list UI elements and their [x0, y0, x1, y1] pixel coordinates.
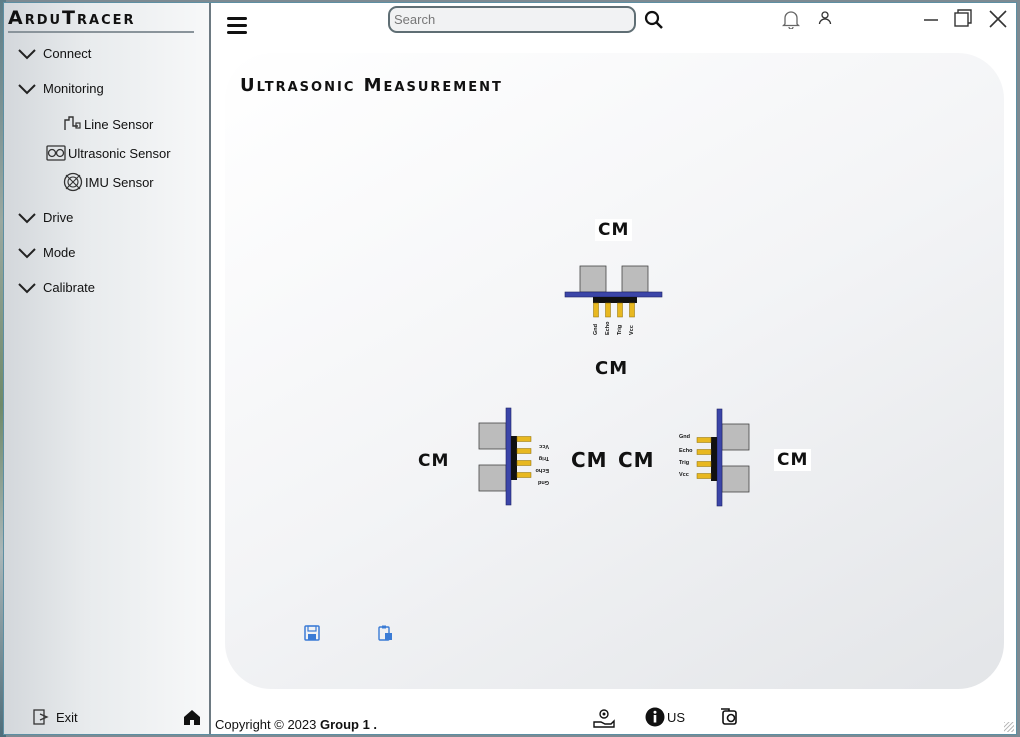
pin-label-trig: Trig	[617, 325, 623, 335]
sidebar-item-label: Drive	[43, 210, 74, 225]
ultrasonic-sensor-left: Vcc Trig Echo Gnd	[478, 407, 549, 506]
sidebar-item-monitoring[interactable]: Monitoring	[18, 81, 104, 96]
center-right-distance-reading: CM	[618, 448, 655, 472]
sidebar-item-label: Mode	[43, 245, 76, 260]
minimize-icon[interactable]	[922, 10, 940, 28]
search-input[interactable]	[390, 8, 634, 30]
pin-label-trig: Trig	[679, 460, 689, 466]
sidebar-subitem-label: IMU Sensor	[85, 174, 154, 190]
ultrasonic-sensor-right: Gnd Echo Trig Vcc	[679, 408, 750, 507]
info-label: US	[667, 709, 686, 725]
pin-label-gnd: Gnd	[593, 324, 599, 335]
ultrasonic-sensor-icon	[46, 145, 66, 161]
chevron-down-icon	[18, 48, 36, 59]
sidebar-subitem-ultrasonic-sensor[interactable]: Ultrasonic Sensor	[46, 143, 171, 163]
search-box	[388, 6, 636, 33]
exit-icon	[33, 709, 49, 725]
footer-copyright: Copyright © 2023 Group 1 .	[215, 717, 377, 732]
right-distance-reading: CM	[774, 449, 812, 471]
ultrasonic-sensor-top: Gnd Echo Trig Vcc	[564, 265, 663, 335]
pin-label-vcc: Vcc	[539, 443, 549, 449]
sidebar-subitem-label: Ultrasonic Sensor	[68, 145, 171, 161]
pin-label-vcc: Vcc	[679, 472, 689, 478]
info-icon	[645, 707, 665, 727]
line-sensor-icon	[64, 116, 81, 130]
title-underline	[8, 31, 194, 33]
app-title: ArduTracer	[8, 7, 136, 29]
center-left-distance-reading: CM	[571, 448, 608, 472]
imu-sensor-icon	[63, 172, 83, 192]
exit-button[interactable]: Exit	[32, 708, 78, 726]
chevron-down-icon	[18, 212, 36, 223]
sidebar-subitem-line-sensor[interactable]: Line Sensor	[62, 114, 153, 134]
app-window: ArduTracer Connect Monitoring Line Senso…	[3, 2, 1017, 735]
left-distance-reading: CM	[418, 451, 450, 471]
hand-gear-icon[interactable]	[593, 707, 615, 729]
pin-label-gnd: Gnd	[538, 479, 549, 485]
sidebar-subitem-imu-sensor[interactable]: IMU Sensor	[63, 172, 154, 192]
pin-label-trig: Trig	[539, 455, 549, 461]
hamburger-menu-icon[interactable]	[226, 15, 248, 37]
sidebar-item-drive[interactable]: Drive	[18, 210, 73, 225]
user-icon[interactable]	[817, 10, 833, 26]
chevron-down-icon	[18, 282, 36, 293]
info-button[interactable]: US	[645, 707, 685, 727]
pin-label-echo: Echo	[679, 448, 693, 454]
close-icon[interactable]	[987, 8, 1009, 30]
home-icon[interactable]	[183, 708, 201, 726]
save-icon[interactable]	[303, 624, 321, 642]
sidebar-item-mode[interactable]: Mode	[18, 245, 76, 260]
sidebar: ArduTracer Connect Monitoring Line Senso…	[4, 3, 211, 734]
bell-icon[interactable]	[782, 9, 800, 29]
sidebar-item-label: Calibrate	[43, 280, 96, 295]
pin-label-gnd: Gnd	[679, 434, 690, 440]
sidebar-item-label: Connect	[43, 46, 92, 61]
sidebar-item-calibrate[interactable]: Calibrate	[18, 280, 95, 295]
restore-icon[interactable]	[953, 8, 973, 28]
page-title: Ultrasonic Measurement	[240, 75, 503, 96]
group-name: Group 1 .	[319, 717, 378, 732]
chevron-down-icon	[18, 83, 36, 94]
chevron-down-icon	[18, 247, 36, 258]
front-distance-reading: CM	[595, 358, 629, 379]
sidebar-item-label: Monitoring	[43, 81, 104, 96]
resize-grip[interactable]	[1004, 722, 1014, 732]
clipboard-icon[interactable]	[376, 624, 394, 642]
pin-label-vcc: Vcc	[629, 325, 635, 335]
sidebar-subitem-label: Line Sensor	[84, 116, 154, 132]
pin-label-echo: Echo	[535, 467, 549, 473]
search-icon[interactable]	[644, 10, 664, 30]
exit-label: Exit	[56, 709, 78, 725]
copyright-text: Copyright © 2023	[215, 717, 320, 732]
sidebar-item-connect[interactable]: Connect	[18, 46, 91, 61]
top-distance-reading: CM	[595, 219, 633, 241]
pin-label-echo: Echo	[605, 321, 611, 335]
export-icon[interactable]	[720, 707, 740, 727]
